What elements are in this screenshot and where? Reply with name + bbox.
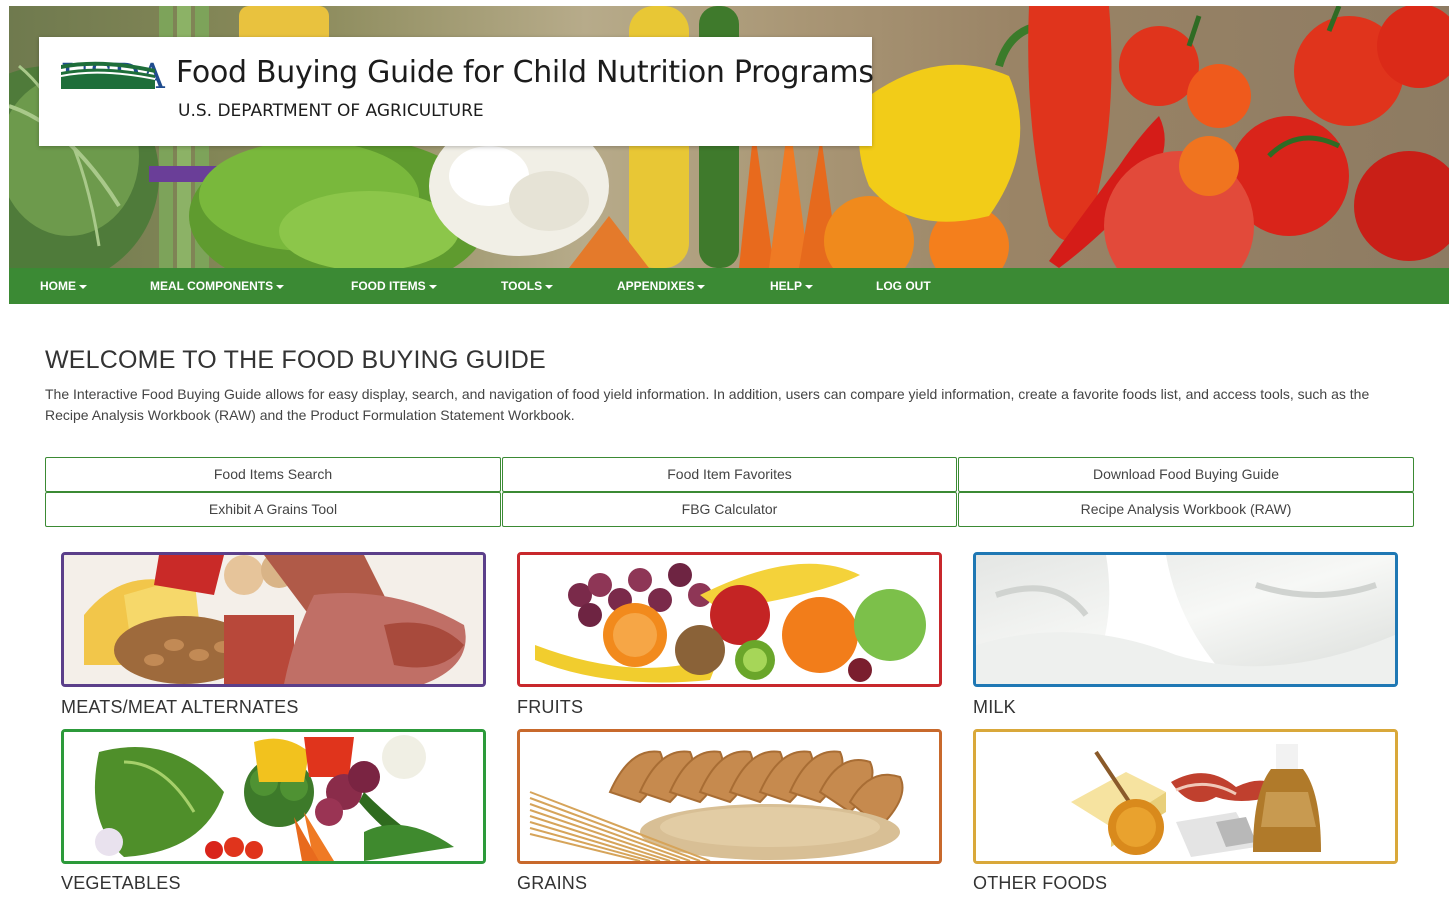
- nav-item-home[interactable]: HOME: [40, 268, 87, 304]
- site-subtitle: U.S. DEPARTMENT OF AGRICULTURE: [178, 101, 484, 121]
- nav-item-help[interactable]: HELP: [770, 268, 814, 304]
- nav-item-appendixes[interactable]: APPENDIXES: [617, 268, 706, 304]
- nav-item-food-items[interactable]: FOOD ITEMS: [351, 268, 437, 304]
- caret-down-icon: [697, 284, 706, 289]
- main-navbar: HOME MEAL COMPONENTS FOOD ITEMS TOOLS AP…: [9, 268, 1449, 304]
- nav-item-label: TOOLS: [501, 279, 543, 293]
- category-label-fruits[interactable]: FRUITS: [517, 697, 583, 718]
- category-label-meats[interactable]: MEATS/MEAT ALTERNATES: [61, 697, 299, 718]
- category-tile-grains[interactable]: [517, 729, 942, 864]
- grains-image: [520, 732, 939, 861]
- other-foods-image: [976, 732, 1395, 861]
- category-tile-milk[interactable]: [973, 552, 1398, 687]
- nav-item-log-out[interactable]: LOG OUT: [876, 268, 931, 304]
- download-food-buying-guide-button[interactable]: Download Food Buying Guide: [958, 457, 1414, 492]
- category-label-grains[interactable]: GRAINS: [517, 873, 587, 894]
- nav-item-label: HELP: [770, 279, 803, 293]
- usda-swoosh-icon: [61, 61, 155, 89]
- caret-down-icon: [428, 284, 437, 289]
- vegetables-image: [64, 732, 483, 861]
- nav-item-label: MEAL COMPONENTS: [150, 279, 274, 293]
- category-tile-other-foods[interactable]: [973, 729, 1398, 864]
- milk-image: [976, 555, 1395, 684]
- nav-item-label: HOME: [40, 279, 76, 293]
- page-title: WELCOME TO THE FOOD BUYING GUIDE: [45, 346, 546, 374]
- food-item-favorites-button[interactable]: Food Item Favorites: [502, 457, 957, 492]
- category-label-milk[interactable]: MILK: [973, 697, 1016, 718]
- food-items-search-button[interactable]: Food Items Search: [45, 457, 501, 492]
- site-title-card: USDA Food Buying Guide for Child Nutriti…: [39, 37, 874, 146]
- fruits-image: [520, 555, 939, 684]
- recipe-analysis-workbook-button[interactable]: Recipe Analysis Workbook (RAW): [958, 492, 1414, 527]
- caret-down-icon: [79, 284, 87, 289]
- hero-banner: USDA Food Buying Guide for Child Nutriti…: [9, 6, 1449, 268]
- category-label-other-foods[interactable]: OTHER FOODS: [973, 873, 1107, 894]
- category-tile-meats[interactable]: [61, 552, 486, 687]
- nav-item-meal-components[interactable]: MEAL COMPONENTS: [150, 268, 285, 304]
- category-tile-fruits[interactable]: [517, 552, 942, 687]
- category-label-vegetables[interactable]: VEGETABLES: [61, 873, 181, 894]
- caret-down-icon: [805, 284, 814, 289]
- intro-text: The Interactive Food Buying Guide allows…: [45, 386, 1370, 423]
- category-tile-vegetables[interactable]: [61, 729, 486, 864]
- nav-item-label: FOOD ITEMS: [351, 279, 426, 293]
- exhibit-a-grains-tool-button[interactable]: Exhibit A Grains Tool: [45, 492, 501, 527]
- nav-item-tools[interactable]: TOOLS: [501, 268, 554, 304]
- meats-image: [64, 555, 483, 684]
- nav-item-label: LOG OUT: [876, 279, 931, 293]
- caret-down-icon: [276, 284, 285, 289]
- site-title: Food Buying Guide for Child Nutrition Pr…: [176, 55, 874, 90]
- nav-item-label: APPENDIXES: [617, 279, 695, 293]
- fbg-calculator-button[interactable]: FBG Calculator: [502, 492, 957, 527]
- caret-down-icon: [545, 284, 554, 289]
- usda-logo[interactable]: USDA: [61, 59, 165, 127]
